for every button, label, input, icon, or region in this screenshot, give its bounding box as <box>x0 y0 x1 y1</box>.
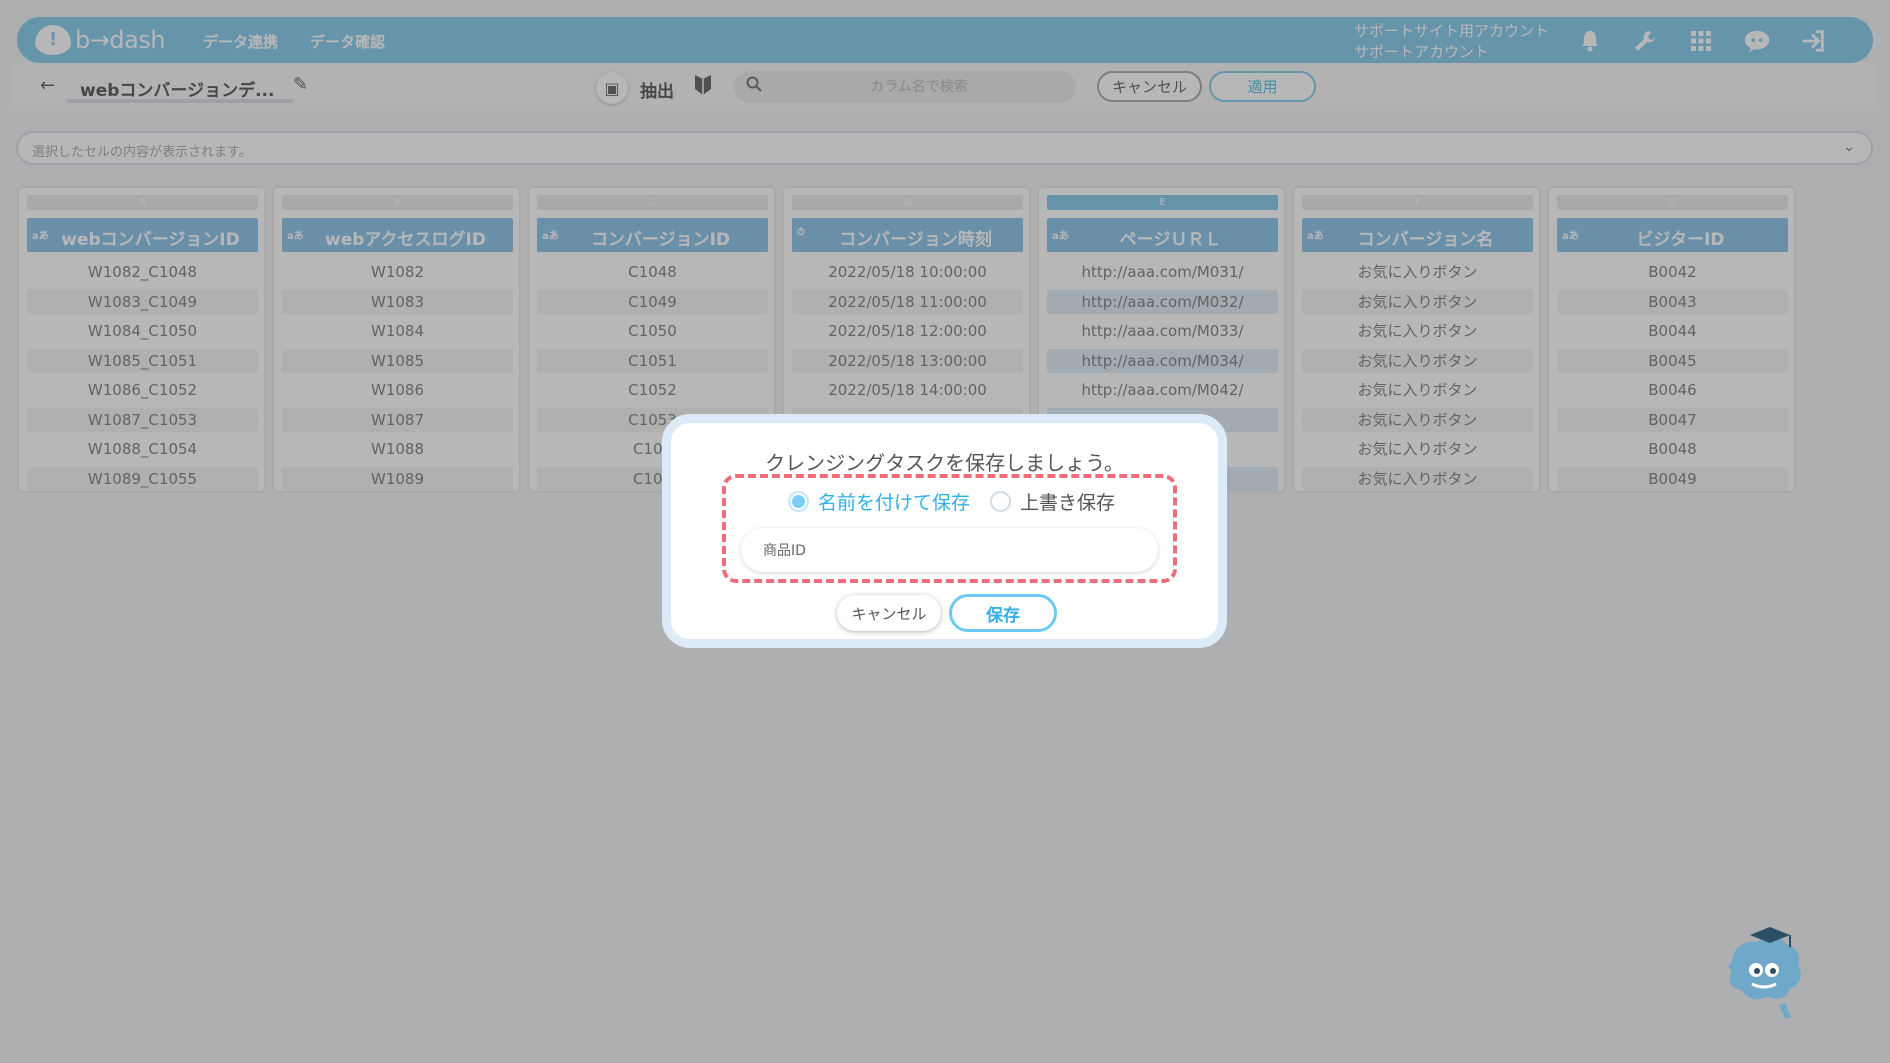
task-name-input[interactable] <box>741 528 1158 572</box>
save-task-modal: クレンジングタスクを保存しましょう。 名前を付けて保存 上書き保存 キャンセル … <box>662 414 1227 648</box>
save-button[interactable]: 保存 <box>949 594 1057 632</box>
modal-title: クレンジングタスクを保存しましょう。 <box>765 451 1124 475</box>
mascot-icon[interactable] <box>1712 922 1812 1022</box>
save-as-new-radio[interactable] <box>788 491 809 512</box>
overwrite-label[interactable]: 上書き保存 <box>1020 488 1115 515</box>
modal-cancel-button[interactable]: キャンセル <box>837 595 941 631</box>
overwrite-radio[interactable] <box>990 491 1012 512</box>
save-as-new-label[interactable]: 名前を付けて保存 <box>818 488 970 515</box>
save-mode-radio-group: 名前を付けて保存 上書き保存 <box>788 488 1115 515</box>
highlight-dashed-box: 名前を付けて保存 上書き保存 <box>722 474 1177 583</box>
